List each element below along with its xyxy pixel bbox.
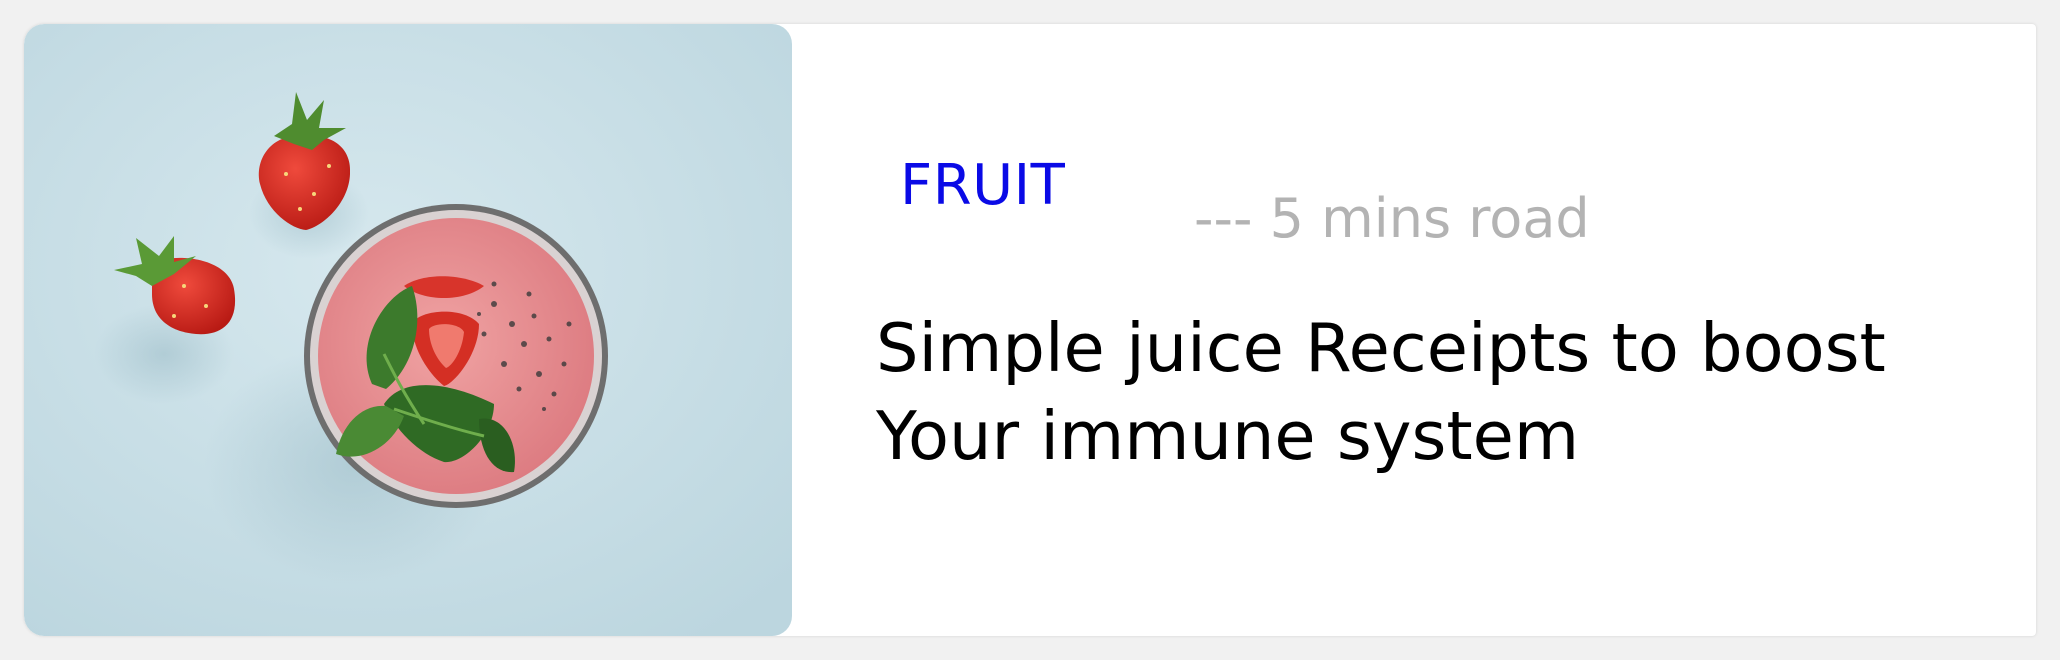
article-title[interactable]: Simple juice Receipts to boost Your immu… bbox=[876, 304, 2006, 480]
smoothie-glass bbox=[304, 204, 608, 508]
category-link[interactable]: FRUIT bbox=[900, 158, 1065, 214]
read-time: --- 5 mins road bbox=[1194, 187, 1590, 250]
page-background: FRUIT --- 5 mins road Simple juice Recei… bbox=[0, 0, 2060, 660]
article-image[interactable] bbox=[24, 24, 792, 636]
article-card[interactable]: FRUIT --- 5 mins road Simple juice Recei… bbox=[24, 24, 2036, 636]
smoothie-photo bbox=[24, 24, 792, 636]
